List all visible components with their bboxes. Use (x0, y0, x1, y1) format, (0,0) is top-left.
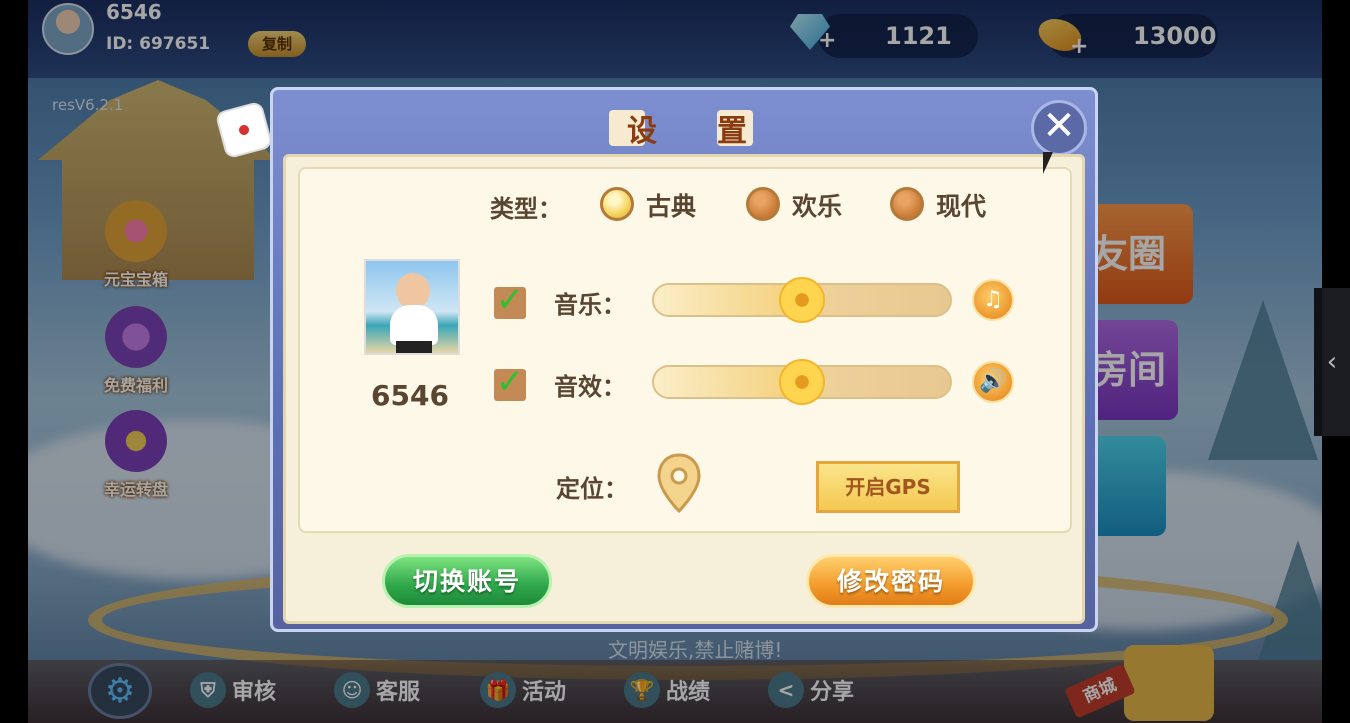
music-slider-knob[interactable] (779, 277, 825, 323)
music-note-icon[interactable]: ♫ (972, 279, 1014, 321)
sound-slider-knob[interactable] (779, 359, 825, 405)
mouse-cursor (1043, 152, 1053, 174)
enable-gps-button[interactable]: 开启GPS (816, 461, 960, 513)
type-label: 类型： (490, 195, 562, 223)
radio-modern-label: 现代 (936, 192, 987, 221)
music-checkbox[interactable]: ✓ (494, 283, 526, 319)
sound-checkbox[interactable]: ✓ (494, 365, 526, 401)
profile-name: 6546 (371, 379, 449, 412)
location-pin-icon (657, 453, 701, 513)
speaker-icon[interactable]: 🔊 (972, 361, 1014, 403)
photo-head (396, 273, 430, 309)
radio-classic[interactable] (600, 187, 634, 221)
music-slider[interactable] (652, 277, 952, 323)
settings-panel: 类型： 古典 欢乐 现代 6546 ✓ 音乐： ♫ ✓ 音效： 🔊 定位： 开启… (283, 154, 1085, 624)
radio-happy-label: 欢乐 (792, 192, 843, 221)
radio-modern[interactable] (890, 187, 924, 221)
sound-label: 音效： (554, 373, 626, 401)
settings-content: 类型： 古典 欢乐 现代 6546 ✓ 音乐： ♫ ✓ 音效： 🔊 定位： 开启… (298, 167, 1072, 533)
switch-account-button[interactable]: 切换账号 (382, 554, 552, 608)
close-button[interactable]: ✕ (1031, 100, 1087, 156)
dialog-title: 设置 (627, 114, 807, 149)
location-label: 定位： (556, 475, 628, 503)
change-password-button[interactable]: 修改密码 (806, 554, 976, 608)
sound-slider[interactable] (652, 359, 952, 405)
settings-dialog: 设置 ✕ 类型： 古典 欢乐 现代 6546 ✓ 音乐： ♫ ✓ 音效： 🔊 定… (270, 87, 1098, 632)
photo-body (390, 305, 438, 345)
photo-pants (396, 341, 432, 353)
music-label: 音乐： (554, 291, 626, 319)
radio-happy[interactable] (746, 187, 780, 221)
profile-photo (364, 259, 460, 355)
radio-classic-label: 古典 (646, 192, 697, 221)
